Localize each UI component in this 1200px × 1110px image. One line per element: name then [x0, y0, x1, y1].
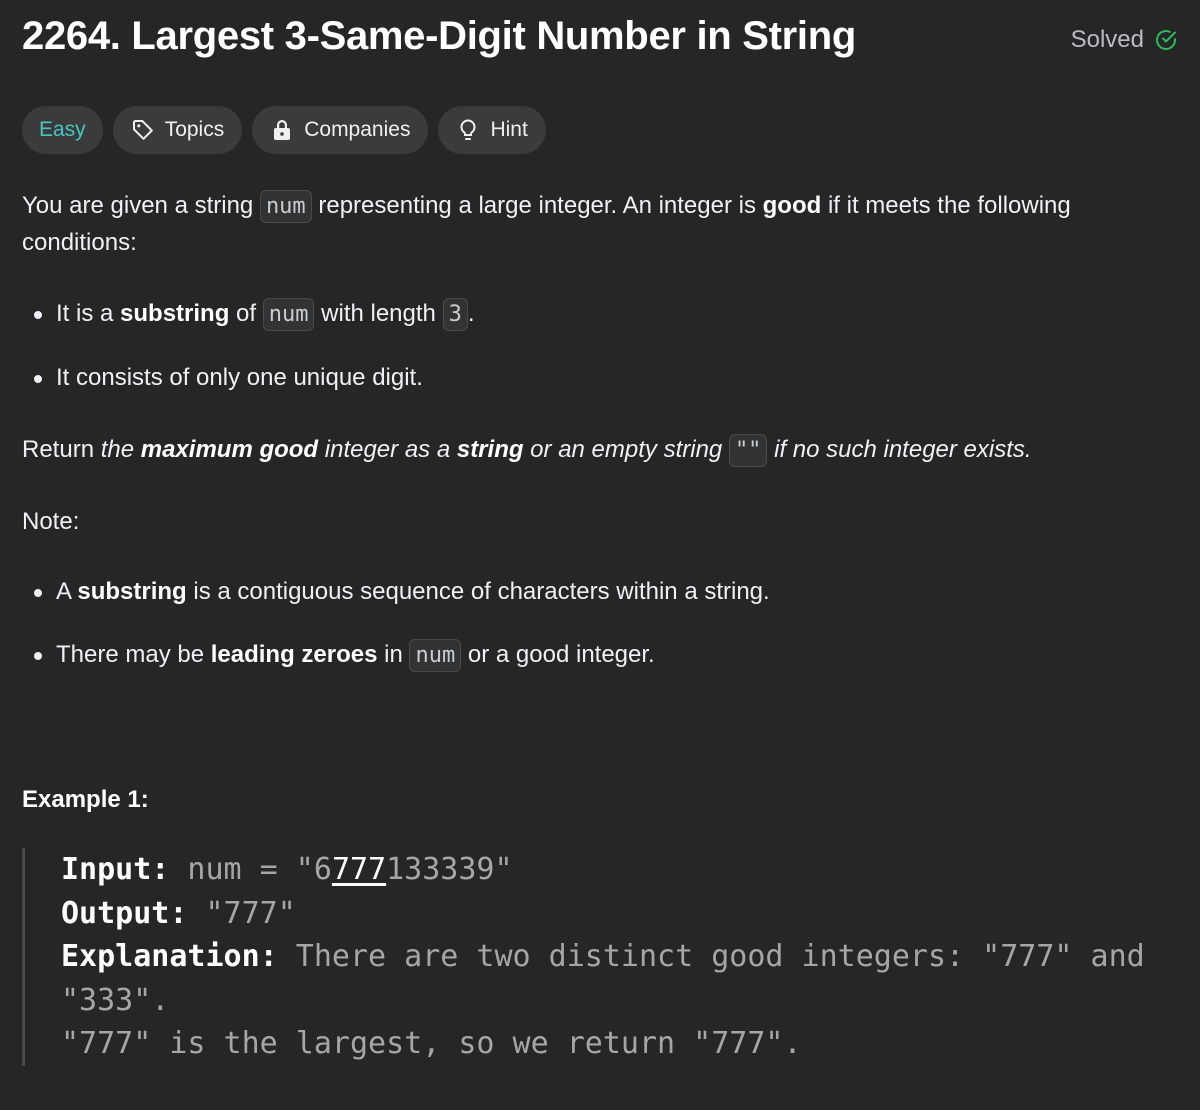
bold-italic-text: maximum good [140, 436, 319, 463]
example-input-line: Input: num = "6777133339" [61, 848, 1178, 892]
list-item: There may be leading zeroes in num or a … [22, 637, 770, 674]
note-label: Note: [22, 508, 80, 535]
italic-text: the [100, 436, 141, 463]
problem-title[interactable]: 2264. Largest 3-Same-Digit Number in Str… [22, 14, 856, 59]
companies-label: Companies [304, 118, 411, 141]
example-output-line: Output: "777" [61, 892, 1178, 936]
check-circle-icon [1156, 30, 1176, 50]
tag-bar: Easy Topics Companies Hint [22, 106, 546, 154]
example-block: Input: num = "6777133339" Output: "777" … [22, 848, 1178, 1066]
text: with length [314, 300, 443, 327]
explanation-text: There are two distinct good integers: "7… [277, 939, 1145, 974]
conditions-list: It is a substring of num with length 3. … [22, 296, 474, 396]
input-label: Input: [61, 852, 170, 887]
example-explanation-line: Explanation: There are two distinct good… [61, 935, 1178, 979]
solved-label: Solved [1070, 26, 1144, 53]
italic-text: or an empty string [523, 436, 729, 463]
text: You are given a string [22, 192, 260, 219]
text: It is a [56, 300, 121, 327]
output-label: Output: [61, 895, 188, 931]
text: representing a large integer. An integer… [311, 192, 763, 219]
bold-text: leading zeroes [210, 641, 378, 668]
tag-icon [132, 120, 153, 140]
difficulty-badge[interactable]: Easy [22, 106, 103, 154]
topics-label: Topics [164, 118, 225, 141]
bold-text: substring [77, 578, 187, 605]
problem-header: 2264. Largest 3-Same-Digit Number in Str… [22, 14, 1178, 70]
inline-code: num [409, 639, 462, 672]
return-paragraph: Return the maximum good integer as a str… [22, 432, 1032, 469]
inline-code: "" [728, 434, 768, 467]
bold-italic-text: string [456, 436, 524, 463]
list-item: It consists of only one unique digit. [22, 360, 474, 396]
lightbulb-icon [460, 119, 476, 140]
inline-code: num [259, 190, 312, 223]
text: is a contiguous sequence of characters w… [186, 578, 770, 605]
text: of [229, 300, 263, 327]
inline-code: num [262, 298, 315, 331]
hint-button[interactable]: Hint [438, 106, 546, 154]
input-value: 133339" [386, 852, 513, 887]
example-explanation-line: "777" is the largest, so we return "777"… [61, 1026, 802, 1061]
notes-list: A substring is a contiguous sequence of … [22, 574, 770, 674]
explanation-label: Explanation: [61, 939, 278, 974]
text: in [377, 641, 410, 668]
input-highlight: 777 [331, 852, 387, 887]
difficulty-label: Easy [39, 118, 86, 141]
hint-label: Hint [490, 118, 528, 141]
text: or a good integer. [461, 641, 655, 668]
text: A [56, 578, 78, 605]
italic-text: if no such integer exists. [767, 436, 1032, 463]
statement-paragraph: You are given a string num representing … [22, 188, 1178, 261]
input-value: num = "6 [169, 852, 332, 887]
bold-text: substring [120, 300, 230, 327]
companies-button[interactable]: Companies [252, 106, 429, 154]
text: . [467, 300, 475, 327]
inline-code: 3 [442, 298, 468, 331]
list-item: A substring is a contiguous sequence of … [22, 574, 770, 610]
bold-text: good [762, 192, 822, 219]
lock-icon [274, 120, 291, 140]
example-explanation-line: "333". [61, 982, 170, 1018]
solved-status: Solved [1071, 26, 1178, 54]
example-title: Example 1: [22, 786, 149, 813]
list-item: It is a substring of num with length 3. [22, 296, 474, 333]
output-value: "777" [187, 895, 296, 931]
text: There may be [56, 641, 211, 668]
italic-text: integer as a [318, 436, 457, 463]
text: Return [22, 436, 101, 463]
topics-button[interactable]: Topics [112, 106, 243, 154]
